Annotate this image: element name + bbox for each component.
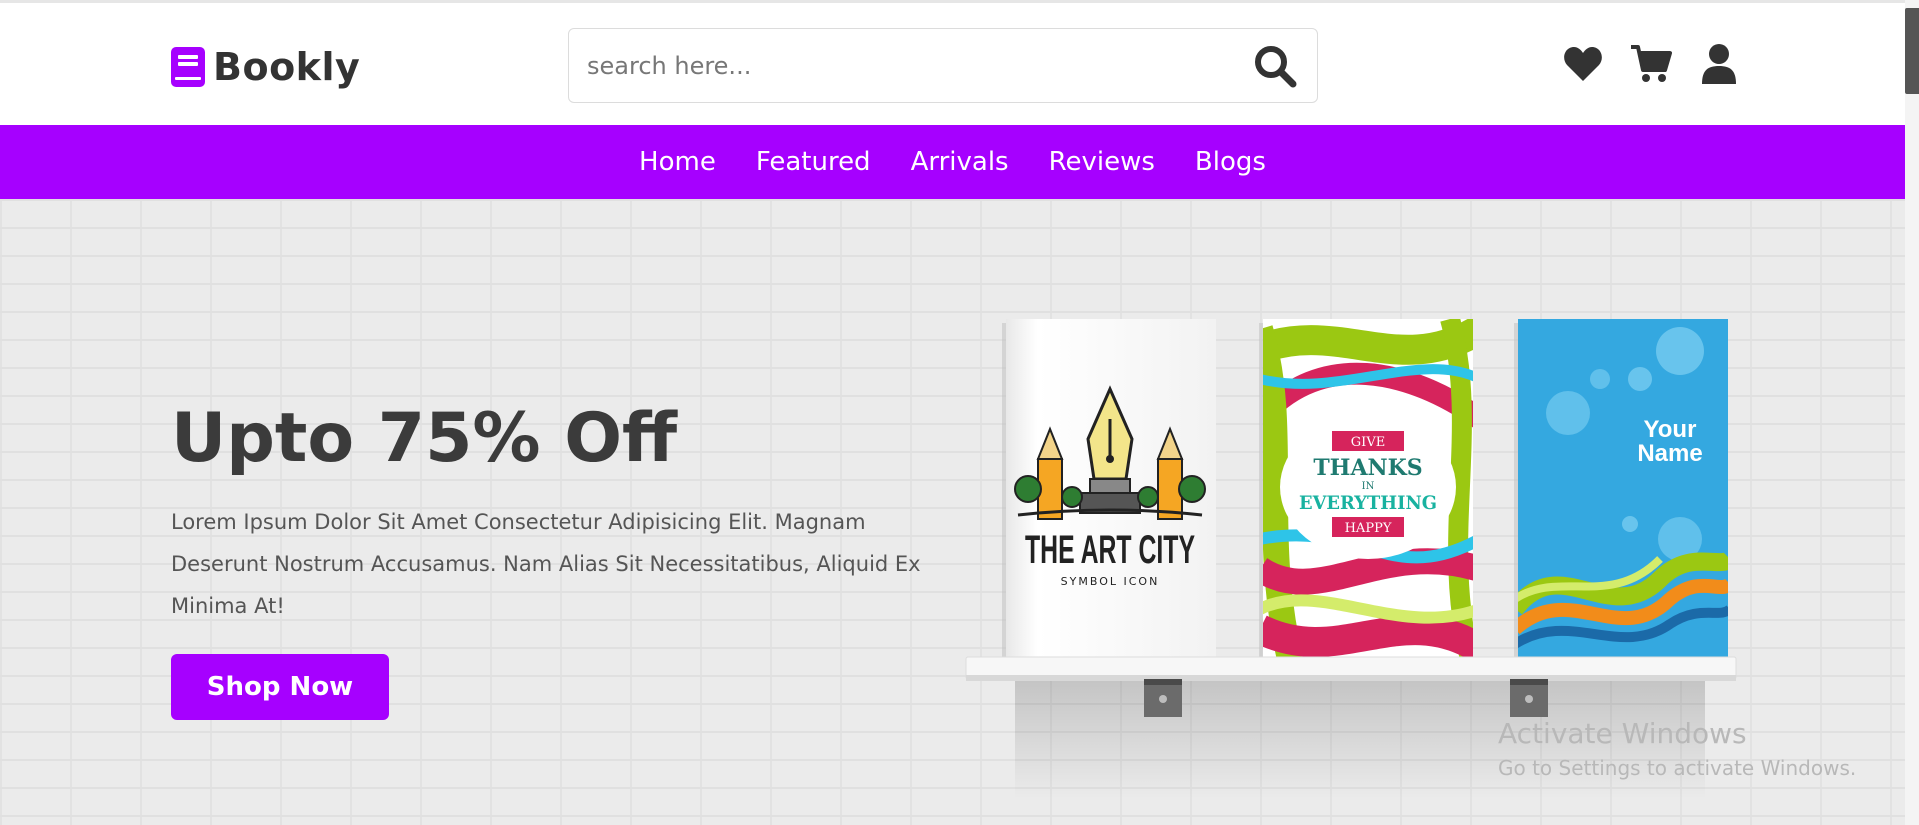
book-line-give: GIVE [1351,435,1385,450]
book-art-city: THE ART CITY SYMBOL ICON [1002,319,1216,659]
book-title: THE ART CITY [1025,528,1195,572]
nav-arrivals[interactable]: Arrivals [911,147,1009,177]
main-nav: Home Featured Arrivals Reviews Blogs [0,125,1905,199]
book-subtitle: SYMBOL ICON [1061,575,1160,588]
book-line-your: Your [1644,416,1697,443]
logo[interactable]: Bookly [171,45,360,89]
scrollbar-thumb[interactable] [1905,8,1919,94]
search-bar [568,28,1318,103]
book-line-name: Name [1637,440,1702,467]
site-header: Bookly [0,3,1905,125]
book-line-thanks: THANKS [1313,455,1422,481]
cart-icon[interactable] [1630,43,1672,85]
book-icon [171,47,205,87]
watermark-subtitle: Go to Settings to activate Windows. [1498,756,1857,780]
search-input[interactable] [569,35,1209,96]
watermark-title: Activate Windows [1498,717,1747,750]
nav-home[interactable]: Home [639,147,716,177]
hero-title: Upto 75% Off [171,399,678,478]
book-line-happy: HAPPY [1345,521,1392,536]
book-line-everything: EVERYTHING [1299,492,1437,514]
book-your-name: Your Name [1514,319,1728,659]
user-icon[interactable] [1698,43,1740,85]
nav-featured[interactable]: Featured [756,147,871,177]
book-give-thanks: GIVE THANKS IN EVERYTHING HAPPY [1259,319,1473,659]
nav-reviews[interactable]: Reviews [1049,147,1155,177]
windows-activation-watermark: Activate Windows Go to Settings to activ… [1498,717,1856,780]
hero-description: Lorem Ipsum Dolor Sit Amet Consectetur A… [171,510,921,618]
heart-icon[interactable] [1562,43,1604,85]
nav-blogs[interactable]: Blogs [1195,147,1266,177]
page-scrollbar[interactable] [1905,0,1919,825]
brand-name: Bookly [213,45,361,89]
shop-now-button[interactable]: Shop Now [171,654,389,720]
search-icon[interactable] [1253,44,1297,88]
book-line-in: IN [1362,481,1375,492]
header-icons [1562,43,1740,85]
